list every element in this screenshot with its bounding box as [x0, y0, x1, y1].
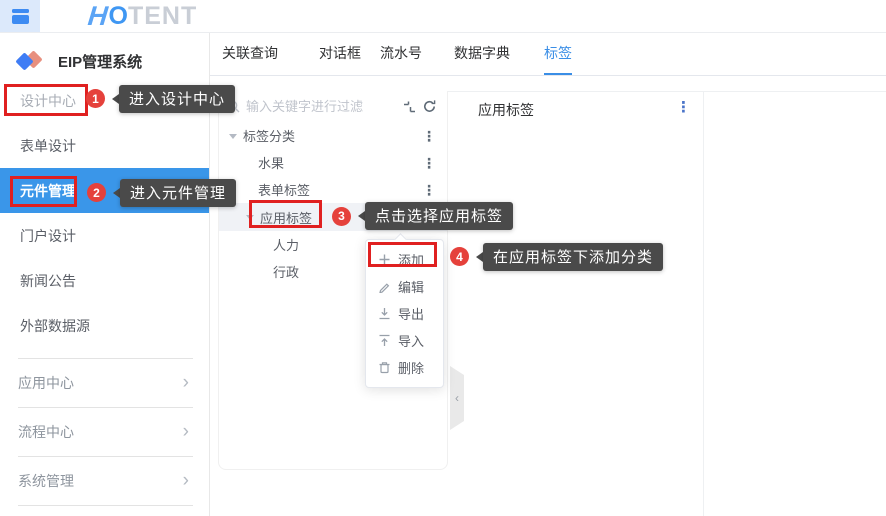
group-label: 流程中心 — [18, 424, 74, 440]
sidebar-menu: 设计中心 表单设计 元件管理 门户设计 新闻公告 外部数据源 — [0, 78, 209, 348]
caret-down-icon[interactable] — [229, 133, 237, 143]
app-logo: H O TENT — [86, 0, 198, 32]
tab-bar: 关联查询 对话框 流水号 数据字典 标签 — [210, 33, 886, 76]
search-icon — [227, 100, 240, 113]
sidebar-item-design-center[interactable]: 设计中心 — [0, 78, 209, 123]
tab-related-query[interactable]: 关联查询 — [222, 33, 278, 75]
delete-icon — [379, 362, 390, 374]
app-title-row: EIP管理系统 — [0, 33, 209, 75]
sidebar-group-app-center[interactable]: 应用中心 — [18, 358, 193, 407]
chevron-right-icon — [183, 372, 189, 394]
chevron-right-icon — [183, 470, 189, 492]
import-icon — [379, 334, 390, 346]
menu-item-add[interactable]: 添加 — [366, 246, 443, 273]
collapse-tree-icon[interactable] — [403, 100, 416, 113]
logo-text: TENT — [127, 1, 198, 30]
caret-down-icon[interactable] — [246, 215, 254, 224]
tab-data-dictionary[interactable]: 数据字典 — [454, 33, 510, 75]
menu-item-edit[interactable]: 编辑 — [366, 273, 443, 300]
tree-node-app-label[interactable]: 应用标签 — [219, 203, 447, 231]
export-icon — [379, 308, 390, 320]
main-content: 标签分类 水果 表单标签 应用标签 人力 行政 应用标签 — [210, 76, 886, 516]
sidebar: EIP管理系统 设计中心 表单设计 元件管理 门户设计 新闻公告 外部数据源 应… — [0, 33, 210, 516]
tree-context-menu: 添加 编辑 导出 导入 删除 — [365, 233, 444, 388]
sidebar-groups: 应用中心 流程中心 系统管理 — [0, 358, 209, 506]
node-more-icon[interactable] — [422, 156, 436, 170]
logo-letter-h: H — [86, 0, 110, 31]
panel-vertical-divider — [703, 91, 704, 516]
app-diamond-icon — [15, 50, 46, 72]
tree-node-form-label[interactable]: 表单标签 — [219, 176, 447, 203]
logo-letter-o: O — [108, 1, 128, 30]
panel-collapse-handle[interactable] — [450, 366, 464, 430]
sidebar-item-component-management[interactable]: 元件管理 — [0, 168, 209, 213]
sidebar-divider — [18, 505, 193, 506]
tab-label-active[interactable]: 标签 — [544, 33, 572, 75]
sidebar-item-news-announcement[interactable]: 新闻公告 — [0, 258, 209, 303]
group-label: 系统管理 — [18, 473, 74, 489]
tree-node-label-category[interactable]: 标签分类 — [219, 122, 447, 149]
group-label: 应用中心 — [18, 375, 74, 391]
node-more-icon[interactable] — [422, 183, 436, 197]
plus-icon — [379, 254, 390, 265]
sidebar-item-external-datasource[interactable]: 外部数据源 — [0, 303, 209, 348]
tree-node-fruit[interactable]: 水果 — [219, 149, 447, 176]
right-panel-title: 应用标签 — [478, 102, 534, 118]
panel-more-icon[interactable] — [676, 98, 691, 116]
top-header: H O TENT — [0, 0, 886, 33]
tab-dialog[interactable]: 对话框 — [319, 33, 361, 75]
menu-item-export[interactable]: 导出 — [366, 300, 443, 327]
node-more-icon[interactable] — [422, 129, 436, 143]
app-title: EIP管理系统 — [58, 53, 143, 71]
menu-item-import[interactable]: 导入 — [366, 327, 443, 354]
tree-filter-input[interactable] — [246, 99, 397, 114]
menu-item-delete[interactable]: 删除 — [366, 354, 443, 381]
sidebar-group-system-management[interactable]: 系统管理 — [18, 456, 193, 505]
sidebar-item-form-design[interactable]: 表单设计 — [0, 123, 209, 168]
tree-search-row — [219, 91, 447, 122]
refresh-icon[interactable] — [422, 99, 437, 114]
sidebar-group-workflow-center[interactable]: 流程中心 — [18, 407, 193, 456]
sidebar-toggle-button[interactable] — [0, 0, 40, 32]
chevron-right-icon — [183, 421, 189, 443]
sidebar-toggle-icon — [11, 8, 29, 24]
sidebar-item-portal-design[interactable]: 门户设计 — [0, 213, 209, 258]
tab-serial-number[interactable]: 流水号 — [380, 33, 422, 75]
edit-icon — [379, 283, 390, 293]
